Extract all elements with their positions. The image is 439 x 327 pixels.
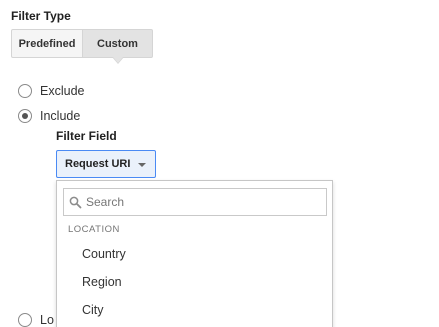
menu-option-city[interactable]: City: [82, 303, 104, 317]
menu-option-region[interactable]: Region: [82, 275, 122, 289]
exclude-option[interactable]: Exclude: [18, 84, 84, 98]
include-radio[interactable]: [18, 109, 32, 123]
search-icon: [64, 189, 86, 215]
filter-field-dropdown[interactable]: Request URI: [56, 150, 156, 178]
filter-field-value: Request URI: [65, 158, 131, 170]
filter-type-label: Filter Type: [11, 9, 71, 23]
exclude-label: Exclude: [40, 84, 85, 98]
lowercase-radio[interactable]: [18, 313, 32, 327]
lowercase-label: Lo: [40, 313, 54, 327]
include-option[interactable]: Include: [18, 109, 80, 123]
selected-tab-pointer-fill: [112, 57, 123, 63]
location-group-heading: LOCATION: [68, 224, 120, 235]
filter-type-toggle: Predefined Custom: [11, 29, 153, 64]
filter-field-label: Filter Field: [56, 129, 117, 143]
tab-custom[interactable]: Custom: [83, 29, 153, 64]
menu-search-box[interactable]: [63, 188, 327, 216]
tab-predefined[interactable]: Predefined: [11, 29, 83, 58]
include-label: Include: [40, 109, 81, 123]
filter-field-menu: LOCATION Country Region City: [56, 180, 333, 327]
chevron-down-icon: [138, 163, 146, 167]
search-input[interactable]: [86, 195, 316, 209]
menu-option-country[interactable]: Country: [82, 247, 126, 261]
lowercase-option[interactable]: Lo: [18, 313, 54, 327]
exclude-radio[interactable]: [18, 84, 32, 98]
filter-settings-panel: Filter Type Predefined Custom Exclude In…: [0, 0, 439, 327]
tab-custom-label: Custom: [97, 37, 138, 50]
